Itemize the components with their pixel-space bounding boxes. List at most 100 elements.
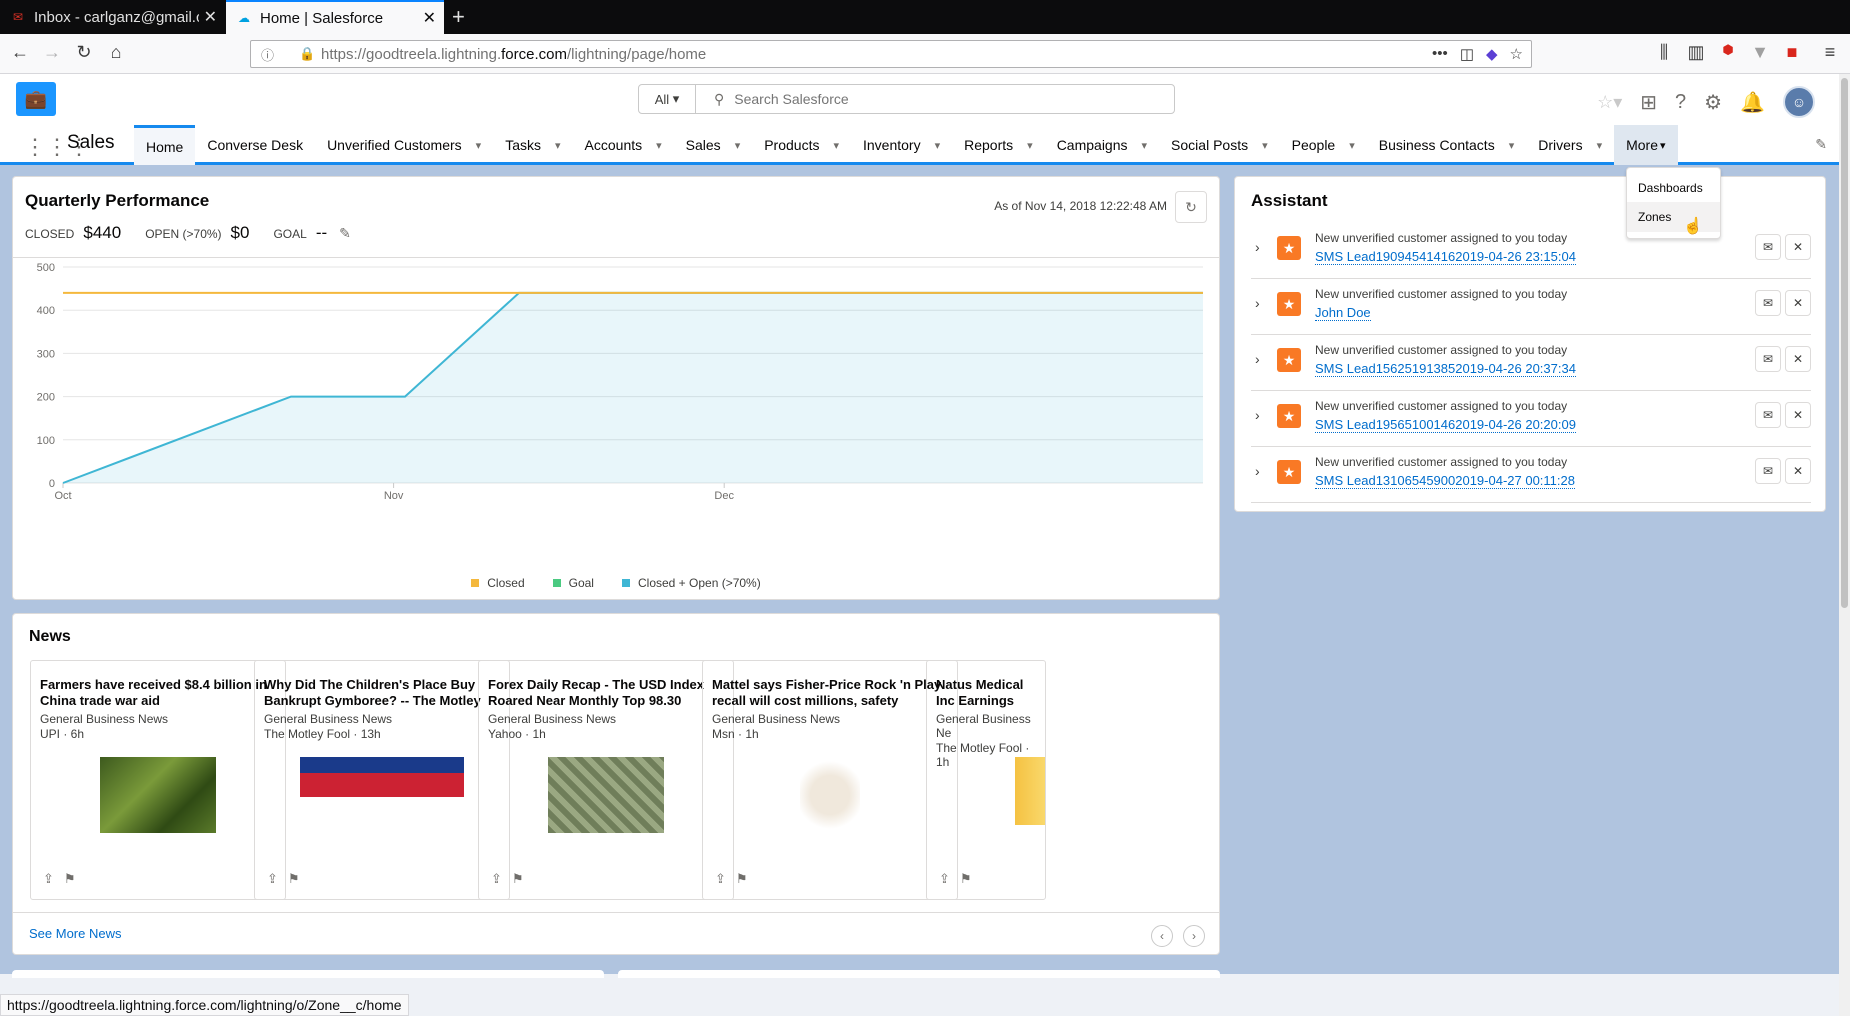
nav-item-products[interactable]: Products ▾	[752, 125, 851, 165]
search-scope-select[interactable]: All ▾	[639, 85, 696, 113]
search-input[interactable]	[734, 91, 1135, 107]
chevron-down-icon[interactable]: ▾	[1262, 139, 1268, 152]
menu-item-dashboards[interactable]: Dashboards	[1627, 173, 1720, 203]
reload-icon[interactable]: ↻	[72, 42, 96, 63]
email-button[interactable]: ✉	[1755, 346, 1781, 372]
expand-chevron-icon[interactable]: ›	[1255, 295, 1260, 311]
chevron-down-icon[interactable]: ▾	[1349, 139, 1355, 152]
previous-chevron-icon[interactable]: ‹	[1151, 925, 1173, 947]
soybean-field-image[interactable]	[100, 757, 216, 833]
back-icon[interactable]: ←	[8, 42, 32, 63]
nav-item-sales[interactable]: Sales ▾	[674, 125, 753, 165]
edit-nav-pencil-icon[interactable]: ✎	[1815, 136, 1827, 153]
flag-icon[interactable]: ⚑	[64, 871, 76, 887]
scrollbar-thumb[interactable]	[1841, 78, 1848, 608]
menu-item-zones[interactable]: Zones	[1627, 202, 1720, 232]
nav-item-tasks[interactable]: Tasks ▾	[493, 125, 572, 165]
assistant-item-link[interactable]: SMS Lead156251913852019-04-26 20:37:34	[1315, 361, 1576, 377]
nav-item-more[interactable]: More ▾	[1614, 125, 1678, 165]
see-more-news-link[interactable]: See More News	[29, 926, 121, 941]
childrens-place-store-image[interactable]	[300, 757, 464, 797]
chevron-down-icon[interactable]: ▾	[656, 139, 662, 152]
legend-item[interactable]: Closed + Open (>70%)	[621, 576, 761, 590]
dismiss-button[interactable]: ✕	[1785, 402, 1811, 428]
chevron-down-icon[interactable]: ▾	[1027, 139, 1033, 152]
global-add-icon[interactable]: ⊞	[1640, 90, 1657, 115]
yellow-graphic-image[interactable]	[1015, 757, 1045, 825]
news-item[interactable]: Natus Medical Inc Earnings Call Tran Gene…	[926, 660, 1046, 900]
home-icon[interactable]: ⌂	[104, 42, 128, 63]
chevron-down-icon[interactable]: ▾	[735, 139, 741, 152]
chevron-down-icon[interactable]: ▾	[935, 139, 941, 152]
refresh-button[interactable]: ↻	[1175, 191, 1207, 223]
chevron-down-icon[interactable]: ▾	[555, 139, 561, 152]
assistant-item-link[interactable]: SMS Lead195651001462019-04-26 20:20:09	[1315, 417, 1576, 433]
close-tab-icon[interactable]: ✕	[204, 7, 217, 27]
nav-item-social-posts[interactable]: Social Posts ▾	[1159, 125, 1280, 165]
expand-chevron-icon[interactable]: ›	[1255, 239, 1260, 255]
page-actions-icon[interactable]: •••	[1432, 45, 1448, 63]
close-tab-icon[interactable]: ✕	[423, 8, 436, 28]
news-headline[interactable]: Farmers have received $8.4 billion in Ch…	[40, 677, 277, 709]
extension-v-icon[interactable]: ▼	[1748, 42, 1772, 63]
assistant-item-link[interactable]: SMS Lead190945414162019-04-26 23:15:04	[1315, 249, 1576, 265]
email-button[interactable]: ✉	[1755, 402, 1781, 428]
baby-sleeper-image[interactable]	[800, 757, 860, 833]
dismiss-button[interactable]: ✕	[1785, 234, 1811, 260]
menu-icon[interactable]: ≡	[1818, 42, 1842, 63]
chevron-down-icon[interactable]: ▾	[1142, 139, 1148, 152]
edit-goal-pencil-icon[interactable]: ✎	[339, 225, 351, 242]
share-icon[interactable]: ⇪	[715, 871, 726, 887]
news-headline[interactable]: Why Did The Children's Place Buy Bankrup…	[264, 677, 501, 709]
library-icon[interactable]: ⫼	[1652, 42, 1676, 63]
new-tab-icon[interactable]: +	[452, 4, 465, 30]
nav-item-unverified-customers[interactable]: Unverified Customers ▾	[315, 125, 493, 165]
dismiss-button[interactable]: ✕	[1785, 458, 1811, 484]
share-icon[interactable]: ⇪	[43, 871, 54, 887]
chevron-down-icon[interactable]: ▾	[833, 139, 839, 152]
email-button[interactable]: ✉	[1755, 458, 1781, 484]
chevron-down-icon[interactable]: ▾	[1660, 139, 1666, 152]
share-icon[interactable]: ⇪	[491, 871, 502, 887]
extension-red-icon[interactable]: ■	[1780, 42, 1804, 63]
flag-icon[interactable]: ⚑	[960, 871, 972, 887]
assistant-item-link[interactable]: John Doe	[1315, 305, 1371, 321]
share-icon[interactable]: ⇪	[267, 871, 278, 887]
nav-item-business-contacts[interactable]: Business Contacts ▾	[1367, 125, 1526, 165]
news-item[interactable]: Farmers have received $8.4 billion in Ch…	[30, 660, 286, 900]
chevron-down-icon[interactable]: ▾	[476, 139, 482, 152]
avatar[interactable]: ☺	[1783, 86, 1815, 118]
tab-gmail[interactable]: ✉ Inbox - carlganz@gmail.c ✕	[0, 0, 225, 34]
nav-item-drivers[interactable]: Drivers ▾	[1526, 125, 1614, 165]
nav-item-campaigns[interactable]: Campaigns ▾	[1045, 125, 1159, 165]
nav-item-accounts[interactable]: Accounts ▾	[573, 125, 674, 165]
news-headline[interactable]: Forex Daily Recap - The USD Index Roared…	[488, 677, 725, 709]
tab-salesforce[interactable]: ☁ Home | Salesforce ✕	[226, 0, 444, 34]
pocket-icon[interactable]: ◫	[1460, 45, 1474, 63]
money-stack-image[interactable]	[548, 757, 664, 833]
adblock-icon[interactable]: ⬢	[1716, 42, 1740, 58]
chevron-down-icon[interactable]: ▾	[1597, 139, 1603, 152]
nav-item-people[interactable]: People ▾	[1280, 125, 1367, 165]
notifications-bell-icon[interactable]: 🔔	[1740, 90, 1765, 115]
assistant-item-link[interactable]: SMS Lead131065459002019-04-27 00:11:28	[1315, 473, 1575, 489]
legend-item[interactable]: Closed	[471, 576, 525, 590]
news-item[interactable]: Forex Daily Recap - The USD Index Roared…	[478, 660, 734, 900]
expand-chevron-icon[interactable]: ›	[1255, 407, 1260, 423]
help-icon[interactable]: ?	[1675, 91, 1686, 114]
next-chevron-icon[interactable]: ›	[1183, 925, 1205, 947]
news-item[interactable]: Mattel says Fisher-Price Rock 'n Play re…	[702, 660, 958, 900]
favorites-star-icon[interactable]: ☆▾	[1597, 92, 1622, 113]
forward-icon[interactable]: →	[40, 42, 64, 63]
dismiss-button[interactable]: ✕	[1785, 290, 1811, 316]
expand-chevron-icon[interactable]: ›	[1255, 351, 1260, 367]
flag-icon[interactable]: ⚑	[736, 871, 748, 887]
url-bar[interactable]: ⓘ 🔒 https://goodtreela.lightning.force.c…	[250, 40, 1532, 68]
info-icon[interactable]: ⓘ	[261, 45, 274, 64]
news-headline[interactable]: Natus Medical Inc Earnings Call Tran	[936, 677, 1037, 709]
share-icon[interactable]: ⇪	[939, 871, 950, 887]
bookmark-star-icon[interactable]: ☆	[1510, 45, 1523, 63]
chevron-down-icon[interactable]: ▾	[1509, 139, 1515, 152]
news-headline[interactable]: Mattel says Fisher-Price Rock 'n Play re…	[712, 677, 949, 709]
nav-item-inventory[interactable]: Inventory ▾	[851, 125, 952, 165]
